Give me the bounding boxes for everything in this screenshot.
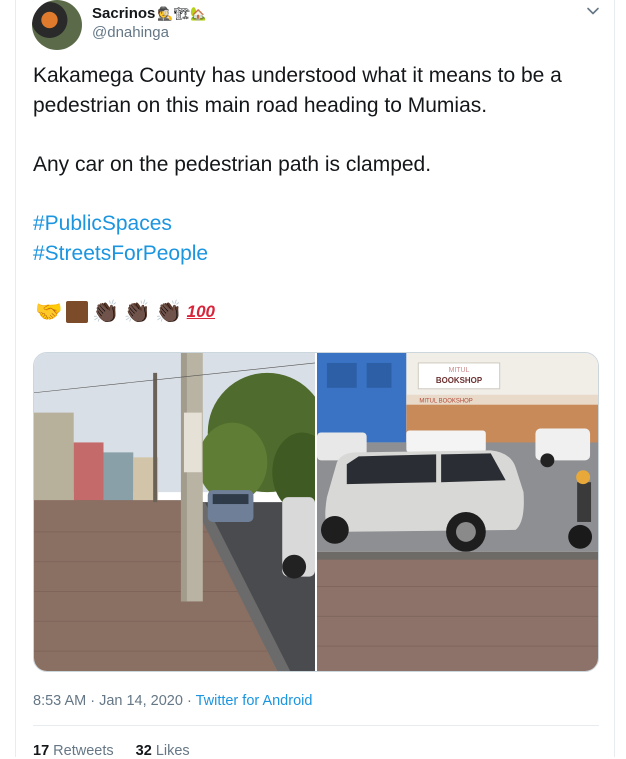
display-name[interactable]: Sacrinos 🕵🏗🏡	[92, 5, 206, 22]
tweet-card: Sacrinos 🕵🏗🏡 @dnahinga Kakamega County ha…	[15, 0, 615, 759]
clap-emoji: 👏🏿	[123, 299, 152, 324]
clap-emoji: 👏🏿	[155, 299, 183, 324]
hashtag-public-spaces[interactable]: #PublicSpaces	[33, 209, 603, 239]
photo-street-sidewalk[interactable]	[34, 353, 315, 671]
avatar[interactable]	[32, 0, 82, 50]
bookshop-sign-main: BOOKSHOP	[436, 376, 483, 385]
emoji-row: 🤝 👏🏿 👏🏿 👏🏿 100	[35, 297, 215, 327]
bookshop-sign-top: MITUL	[449, 367, 470, 374]
hashtag-streets-for-people[interactable]: #StreetsForPeople	[33, 239, 603, 269]
display-name-text: Sacrinos	[92, 5, 156, 22]
tweet-paragraph-1: Kakamega County has understood what it m…	[33, 64, 562, 117]
handshake-emoji: 🤝	[35, 299, 63, 324]
hundred-points-emoji: 100	[186, 302, 215, 321]
bookshop-sign-lower: MITUL BOOKSHOP	[419, 399, 472, 405]
chevron-down-icon[interactable]	[586, 4, 600, 18]
tweet-time[interactable]: 8:53 AM · Jan 14, 2020 ·	[33, 693, 196, 709]
media-grid: MITUL BOOKSHOP MITUL BOOKSHOP	[33, 352, 599, 672]
divider	[33, 725, 599, 726]
clap-emoji: 👏🏿	[92, 299, 120, 324]
name-emojis: 🕵🏗🏡	[157, 6, 207, 21]
brown-square-emoji	[66, 301, 89, 323]
tweet-timestamp: 8:53 AM · Jan 14, 2020 · Twitter for And…	[33, 693, 312, 709]
tweet-text: Kakamega County has understood what it m…	[33, 61, 603, 269]
tweet-source-link[interactable]: Twitter for Android	[196, 693, 313, 709]
tweet-paragraph-2: Any car on the pedestrian path is clampe…	[33, 153, 432, 176]
user-handle[interactable]: @dnahinga	[92, 24, 169, 41]
photo-clamped-car[interactable]: MITUL BOOKSHOP MITUL BOOKSHOP	[317, 353, 598, 671]
